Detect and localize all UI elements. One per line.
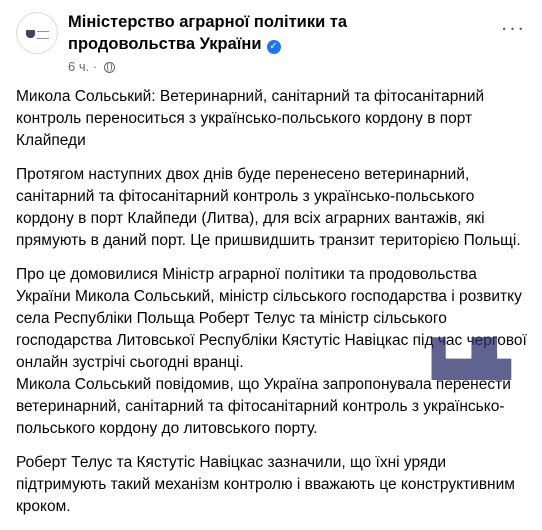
more-options-button[interactable]: ··· [495,15,531,46]
post-header: Міністерство аграрної політики та продов… [0,0,542,84]
post-paragraph-2: Протягом наступних двох днів буде перене… [16,166,521,249]
logo-lines [37,31,49,39]
post-timestamp[interactable]: 6 ч. [68,59,89,74]
watermark-glyph: ▙▟▙ [432,339,511,380]
facebook-post: Міністерство аграрної політики та продов… [0,0,542,524]
meta-separator: · [92,59,98,74]
post-paragraph-5: Роберт Телус та Кястутіс Навіцкас зазнач… [16,454,515,515]
post-paragraph-1: Микола Сольський: Ветеринарний, санітарн… [16,88,485,149]
page-name-link[interactable]: Міністерство аграрної політики та продов… [68,11,468,55]
post-body: Микола Сольський: Ветеринарний, санітарн… [16,86,528,530]
site-watermark-logo: ▙▟▙ [432,332,511,394]
page-avatar[interactable] [16,12,58,54]
more-options-icon: ··· [500,15,526,40]
globe-icon [103,62,115,73]
ministry-emblem-icon [26,30,35,38]
verified-badge-icon: ✓ [266,40,281,54]
page-name-text[interactable]: Міністерство аграрної політики та продов… [68,13,347,53]
post-meta: 6 ч. · [68,58,115,76]
